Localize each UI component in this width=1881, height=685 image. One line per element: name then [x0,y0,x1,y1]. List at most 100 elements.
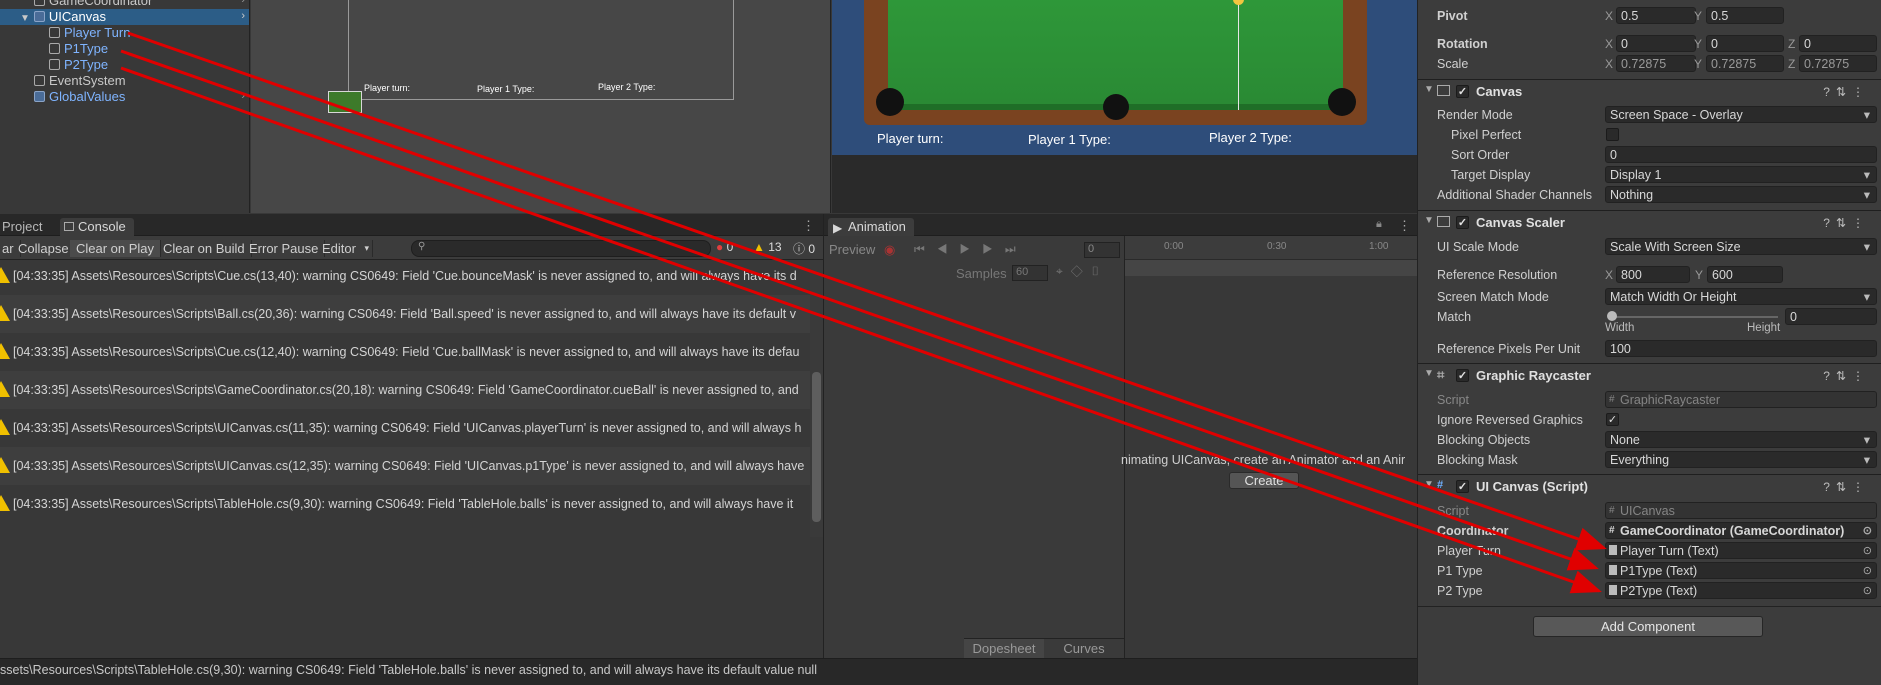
status-bar[interactable]: ssets\Resources\Scripts\TableHole.cs(9,3… [0,658,1417,685]
render-mode-dropdown[interactable]: Screen Space - Overlay [1605,106,1877,123]
expand-arrow-icon[interactable]: ▼ [20,13,30,24]
scene-view[interactable]: Player turn: Player 1 Type: Player 2 Typ… [251,0,831,213]
clear-on-play-button[interactable]: Clear on Play [70,240,162,257]
playback-controls-icon[interactable]: ⏮◀▶▶⏭ [914,242,1028,257]
tab-animation[interactable]: ▶ Animation [828,218,914,236]
add-component-button[interactable]: Add Component [1533,616,1763,637]
timeline-tick: 0:30 [1267,241,1287,252]
hierarchy-item-uicanvas[interactable]: ▼ UICanvas [0,9,249,25]
match-slider-handle[interactable] [1607,311,1617,321]
enable-checkbox[interactable]: ✓ [1456,369,1469,382]
rotation-z-field[interactable]: 0 [1799,35,1877,52]
enable-checkbox[interactable]: ✓ [1456,216,1469,229]
foldout-arrow-icon[interactable]: ▼ [1424,368,1434,379]
prefab-icon [34,91,45,102]
tab-project[interactable]: Project [0,218,50,236]
frame-field[interactable]: 0 [1084,242,1120,258]
lock-icon[interactable]: 🔒︎ [1376,218,1382,231]
enable-checkbox[interactable]: ✓ [1456,85,1469,98]
chevron-right-icon[interactable]: › [241,0,245,6]
error-icon: ● [716,240,724,254]
match-value-field[interactable]: 0 [1785,308,1877,325]
tab-dopesheet[interactable]: Dopesheet [964,638,1044,658]
message-count-toggle[interactable]: ⓘ 0 [793,240,815,257]
ui-scale-mode-dropdown[interactable]: Scale With Screen Size [1605,238,1877,255]
create-button[interactable]: Create [1229,472,1299,489]
hierarchy-item-gamecoordinator[interactable]: GameCoordinator [0,0,249,9]
p2-type-field[interactable]: P2Type (Text) ⊙ [1605,582,1877,599]
log-entry[interactable]: [04:33:35] Assets\Resources\Scripts\Ball… [0,295,810,333]
p1-type-field[interactable]: P1Type (Text) ⊙ [1605,562,1877,579]
tab-curves[interactable]: Curves [1044,638,1124,658]
reference-resolution-x-field[interactable]: 800 [1616,266,1690,283]
shader-channels-dropdown[interactable]: Nothing [1605,186,1877,203]
hierarchy-item-eventsystem[interactable]: EventSystem [0,73,249,89]
hierarchy-item-p1type[interactable]: P1Type [0,41,249,57]
blocking-objects-dropdown[interactable]: None [1605,431,1877,448]
blocking-mask-dropdown[interactable]: Everything [1605,451,1877,468]
reference-pixels-per-unit-field[interactable]: 100 [1605,340,1877,357]
console-search-input[interactable]: ⚲ [411,240,711,257]
component-header-ui-canvas-script[interactable]: ▼ # ✓ UI Canvas (Script) ?⇅⋮ [1418,474,1881,498]
match-slider[interactable] [1611,316,1778,318]
component-header-canvas-scaler[interactable]: ▼ ✓ Canvas Scaler ?⇅⋮ [1418,210,1881,234]
game-label-player-turn: Player turn: [877,131,944,146]
hierarchy-item-p2type[interactable]: P2Type [0,57,249,73]
object-picker-icon[interactable]: ⊙ [1863,583,1872,598]
tab-console[interactable]: Console [60,218,134,236]
scale-z-field[interactable]: 0.72875 [1799,55,1877,72]
warning-count-toggle[interactable]: ▲ 13 [753,240,782,257]
foldout-arrow-icon[interactable]: ▼ [1424,84,1434,95]
collapse-button[interactable]: Collapse [12,240,76,257]
ignore-reversed-graphics-checkbox[interactable]: ✓ [1606,413,1619,426]
menu-dots-icon[interactable]: ⋮ [1398,218,1411,234]
rotation-x-field[interactable]: 0 [1616,35,1696,52]
sort-order-field[interactable]: 0 [1605,146,1877,163]
log-entry[interactable]: [04:33:35] Assets\Resources\Scripts\Game… [0,371,810,409]
enable-checkbox[interactable]: ✓ [1456,480,1469,493]
scale-x-field[interactable]: 0.72875 [1616,55,1696,72]
object-picker-icon[interactable]: ⊙ [1863,523,1872,538]
foldout-arrow-icon[interactable]: ▼ [1424,479,1434,490]
screen-match-mode-dropdown[interactable]: Match Width Or Height [1605,288,1877,305]
log-entry[interactable]: [04:33:35] Assets\Resources\Scripts\Tabl… [0,485,810,523]
object-picker-icon[interactable]: ⊙ [1863,543,1872,558]
editor-dropdown[interactable]: Editor ▾ [316,240,373,257]
log-entry[interactable]: [04:33:35] Assets\Resources\Scripts\UICa… [0,409,810,447]
menu-dots-icon[interactable]: ⋮ [802,218,815,234]
chevron-right-icon[interactable]: › [241,90,245,102]
log-entry[interactable]: [04:33:35] Assets\Resources\Scripts\Cue.… [0,260,810,295]
error-count-toggle[interactable]: ● 0 [716,240,733,257]
table-mini-preview[interactable] [328,91,362,113]
preview-button[interactable]: Preview [829,242,875,257]
component-menu-icons[interactable]: ?⇅⋮ [1823,216,1870,230]
hierarchy-item-player-turn[interactable]: Player Turn [0,25,249,41]
object-picker-icon[interactable]: ⊙ [1863,563,1872,578]
component-menu-icons[interactable]: ?⇅⋮ [1823,369,1870,383]
reference-resolution-y-field[interactable]: 600 [1707,266,1783,283]
samples-field[interactable]: 60 [1012,265,1048,281]
error-pause-button[interactable]: Error Pause [243,240,326,257]
rotation-y-field[interactable]: 0 [1706,35,1784,52]
hierarchy-item-globalvalues[interactable]: GlobalValues [0,89,249,105]
component-header-canvas[interactable]: ▼ ✓ Canvas ?⇅⋮ [1418,79,1881,103]
log-entry[interactable]: [04:33:35] Assets\Resources\Scripts\Cue.… [0,333,810,371]
pixel-perfect-checkbox[interactable] [1606,128,1619,141]
player-turn-field[interactable]: Player Turn (Text) ⊙ [1605,542,1877,559]
component-menu-icons[interactable]: ?⇅⋮ [1823,85,1870,99]
keyframe-tools-icon[interactable]: ⌖◇▯ [1056,264,1108,279]
component-menu-icons[interactable]: ?⇅⋮ [1823,480,1870,494]
component-header-graphic-raycaster[interactable]: ▼ ⌗ ✓ Graphic Raycaster ?⇅⋮ [1418,363,1881,387]
console-scrollbar[interactable] [810,260,823,537]
target-display-dropdown[interactable]: Display 1 [1605,166,1877,183]
chevron-right-icon[interactable]: › [241,10,245,22]
log-entry[interactable]: [04:33:35] Assets\Resources\Scripts\UICa… [0,447,810,485]
clear-on-build-button[interactable]: Clear on Build [157,240,252,257]
record-icon[interactable]: ◉ [884,242,895,258]
pivot-x-field[interactable]: 0.5 [1616,7,1696,24]
scrollbar-thumb[interactable] [812,372,821,522]
coordinator-field[interactable]: # GameCoordinator (GameCoordinator) ⊙ [1605,522,1877,539]
foldout-arrow-icon[interactable]: ▼ [1424,215,1434,226]
pivot-y-field[interactable]: 0.5 [1706,7,1784,24]
scale-y-field[interactable]: 0.72875 [1706,55,1784,72]
